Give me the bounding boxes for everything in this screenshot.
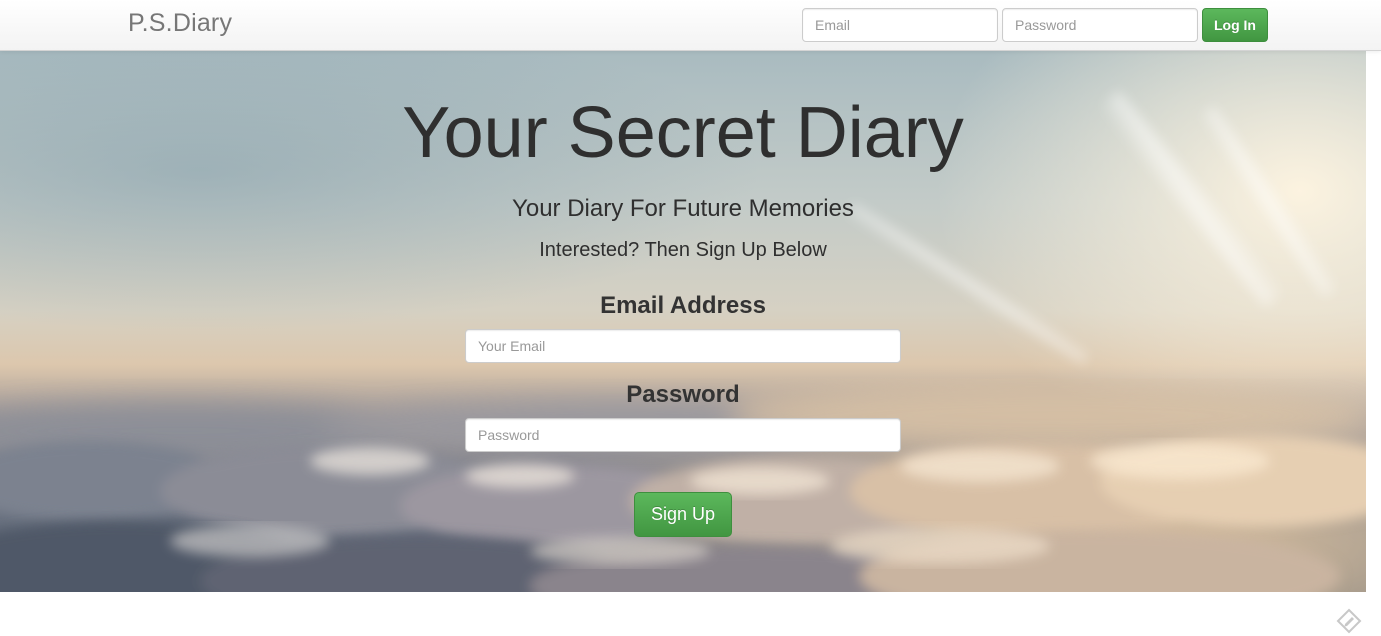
signup-button[interactable]: Sign Up: [634, 492, 732, 537]
brand-logo-link[interactable]: P.S.Diary: [128, 9, 232, 38]
login-button[interactable]: Log In: [1202, 8, 1268, 42]
email-address-label: Email Address: [600, 292, 766, 319]
hero-content: Your Secret Diary Your Diary For Future …: [0, 51, 1366, 592]
password-label: Password: [626, 381, 740, 408]
top-navbar: P.S.Diary Log In: [0, 0, 1381, 51]
page-scrollbar-gutter: [1366, 51, 1381, 592]
navbar-email-input[interactable]: [802, 8, 998, 42]
signup-password-input[interactable]: [465, 418, 901, 452]
signup-email-input[interactable]: [465, 329, 901, 363]
hero-section: Your Secret Diary Your Diary For Future …: [0, 51, 1366, 592]
page-subtitle: Your Diary For Future Memories: [512, 195, 854, 222]
diamond-pencil-icon[interactable]: [1336, 608, 1362, 634]
navbar-password-input[interactable]: [1002, 8, 1198, 42]
page-title: Your Secret Diary: [402, 93, 964, 173]
signup-prompt: Interested? Then Sign Up Below: [539, 239, 827, 261]
